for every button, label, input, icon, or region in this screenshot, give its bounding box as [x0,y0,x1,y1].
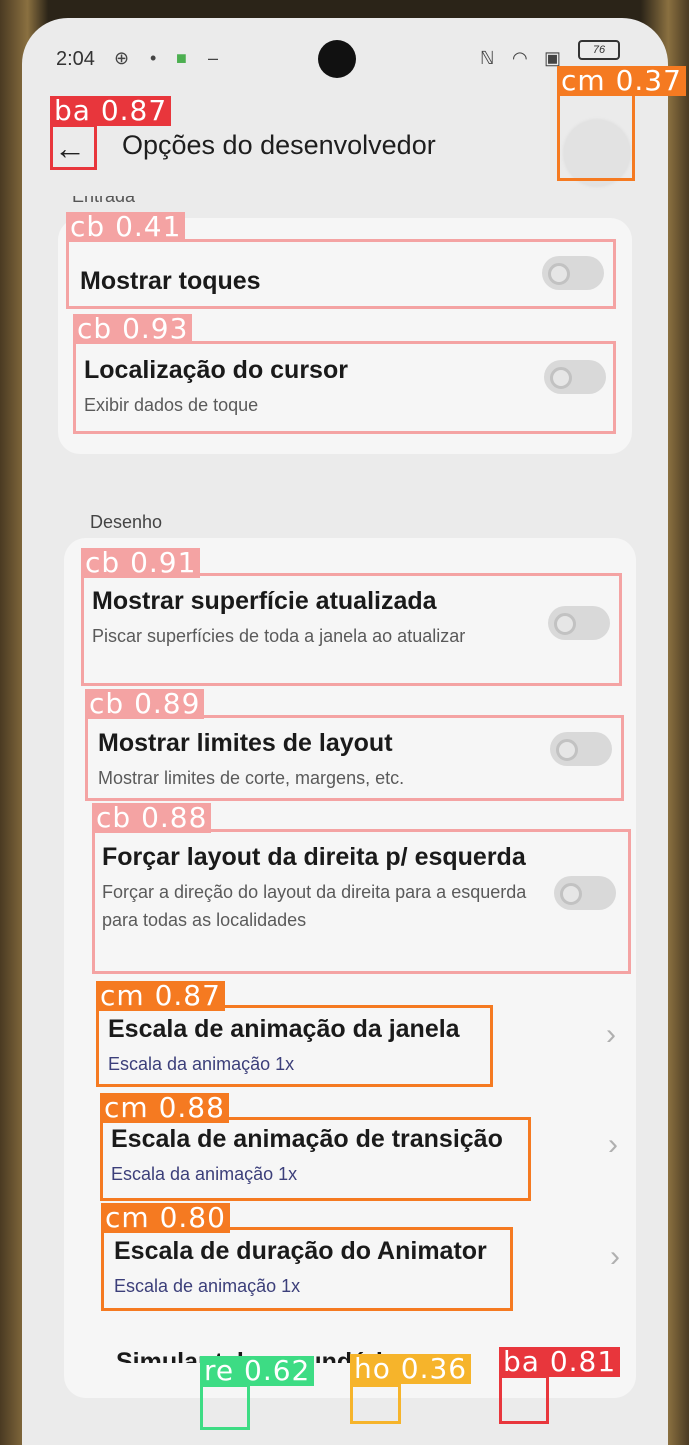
detection-label: re 0.62 [200,1356,315,1386]
detection-label: cm 0.80 [101,1203,230,1233]
wifi-icon: ◠ [512,48,528,68]
detection-label: cm 0.37 [557,66,686,96]
detection-label: cm 0.88 [100,1093,229,1123]
battery-icon: 76 [578,40,620,60]
detection-box [557,92,635,181]
detection-box [85,715,624,801]
detection-box [81,573,622,686]
detection-label: cb 0.89 [85,689,205,719]
chevron-right-icon: › [610,1240,620,1273]
detection-box [66,239,616,309]
detection-label: cb 0.91 [81,548,201,578]
chevron-right-icon: › [606,1018,616,1051]
detection-box [499,1375,549,1424]
detection-box [73,341,616,434]
detection-box [92,829,631,974]
chevron-right-icon: › [608,1128,618,1161]
detection-box [200,1384,250,1430]
front-camera [318,40,356,78]
android-icon: ■ [176,48,187,68]
nfc-icon: ℕ [480,48,495,68]
app-notification-icon: • [150,48,157,68]
detection-box [96,1005,493,1087]
section-label-input: Entrada [72,186,136,206]
page-title: Opções do desenvolvedor [122,130,436,160]
detection-label: ba 0.81 [499,1347,621,1377]
detection-box [101,1227,513,1311]
section-label-drawing: Desenho [90,512,163,532]
status-time: 2:04 [56,48,95,70]
detection-label: cm 0.87 [96,981,225,1011]
notification-icon: ⊕ [114,48,130,68]
detection-label: ba 0.87 [50,96,172,126]
detection-box [100,1117,531,1201]
detection-box [350,1384,401,1424]
detection-label: cb 0.93 [73,314,193,344]
detection-label: ho 0.36 [350,1354,472,1384]
detection-box [50,124,97,170]
detection-label: cb 0.88 [92,803,212,833]
more-notifications-icon: – [208,48,219,68]
detection-label: cb 0.41 [66,212,186,242]
